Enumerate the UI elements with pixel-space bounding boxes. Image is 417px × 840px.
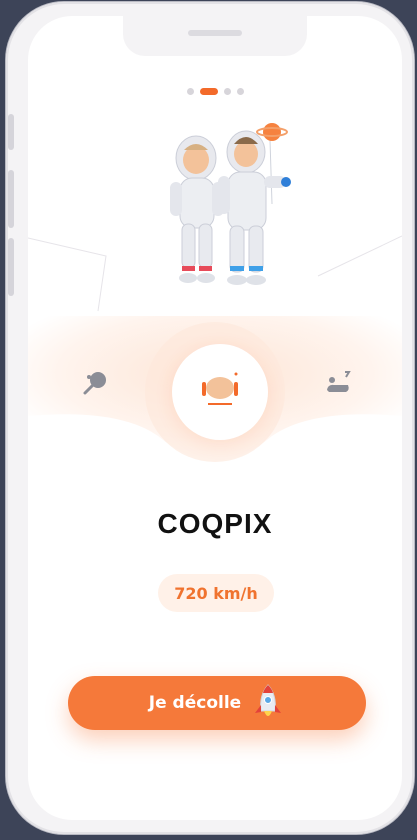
rocket-sled-icon[interactable] bbox=[324, 368, 352, 396]
notch bbox=[123, 16, 307, 56]
takeoff-button-label: Je décolle bbox=[148, 693, 242, 713]
carousel-indicator[interactable] bbox=[28, 88, 402, 95]
carousel-dot[interactable] bbox=[223, 88, 231, 95]
speed-badge: 720 km/h bbox=[158, 574, 274, 612]
carousel-dot[interactable] bbox=[186, 88, 194, 95]
rocket-icon bbox=[255, 684, 282, 716]
helmet-icon bbox=[202, 372, 238, 405]
character-name: COQPIX bbox=[157, 508, 273, 539]
volume-up-button bbox=[8, 170, 14, 228]
carousel-dot-active[interactable] bbox=[199, 88, 218, 95]
carousel-dot[interactable] bbox=[236, 88, 244, 95]
mute-switch bbox=[8, 114, 14, 150]
helmet-selector-button[interactable] bbox=[172, 344, 268, 440]
takeoff-button[interactable]: Je décolle bbox=[68, 676, 366, 730]
lollipop-icon[interactable] bbox=[82, 370, 108, 396]
phone-frame: COQPIX 720 km/h Je décolle bbox=[6, 2, 414, 834]
speaker-grille bbox=[188, 30, 242, 36]
volume-down-button bbox=[8, 238, 14, 296]
app-screen: COQPIX 720 km/h Je décolle bbox=[28, 16, 402, 820]
astronauts-illustration bbox=[170, 123, 291, 285]
